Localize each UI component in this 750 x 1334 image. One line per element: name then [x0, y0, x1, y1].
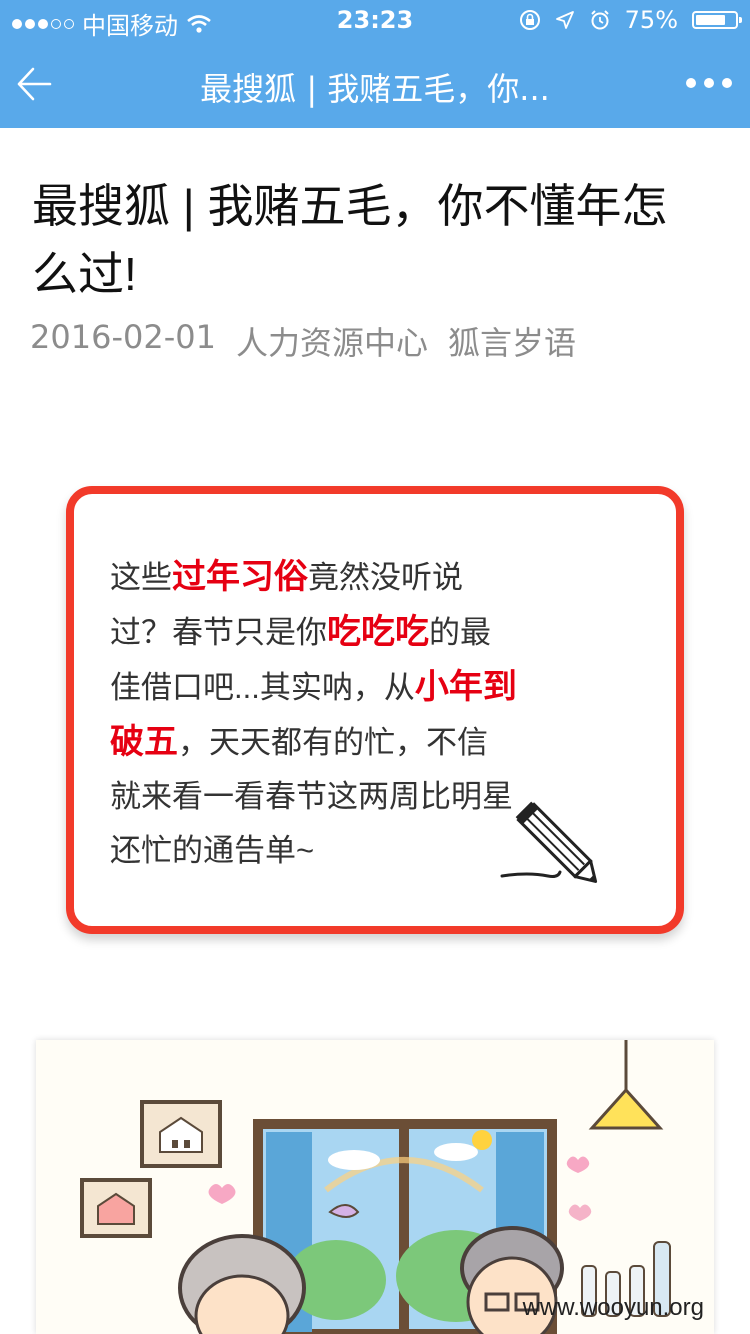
intro-highlight-1: 过年习俗: [172, 558, 308, 596]
intro-text: 这些过年习俗竟然没听说过？春节只是你吃吃吃的最佳借口吧...其实呐，从小年到破五…: [110, 550, 518, 878]
battery-percent: 75%: [624, 6, 678, 34]
more-icon: [686, 78, 696, 88]
author-name: 人力资源中心: [235, 324, 428, 362]
intro-card: 这些过年习俗竟然没听说过？春节只是你吃吃吃的最佳借口吧...其实呐，从小年到破五…: [66, 486, 684, 934]
watermark: www.wooyun.org: [522, 1294, 704, 1321]
lock-rotation-icon: [519, 10, 540, 30]
location-icon: [555, 11, 574, 29]
publish-date: 2016-02-01: [30, 318, 216, 356]
nav-title: 最搜狐 | 我赌五毛，你...: [200, 70, 550, 108]
status-bar: 中国移动 23:23 75%: [0, 0, 750, 40]
pencil-icon: [500, 801, 598, 883]
battery-icon: [692, 11, 742, 29]
back-button[interactable]: [10, 58, 58, 110]
alarm-icon: [590, 10, 609, 30]
article-illustration: www.wooyun.org: [36, 1040, 714, 1334]
account-link[interactable]: 狐言岁语: [448, 318, 576, 364]
article-meta: 2016-02-01 人力资源中心 狐言岁语: [30, 318, 576, 364]
more-button[interactable]: [686, 78, 732, 88]
family-room-illustration: [80, 1040, 671, 1334]
intro-highlight-2: 吃吃吃: [327, 613, 429, 651]
intro-text-1: 这些: [110, 560, 172, 595]
article-title: 最搜狐 | 我赌五毛，你不懂年怎么过!: [32, 180, 668, 300]
back-arrow-icon: [17, 67, 52, 101]
status-right: 75%: [519, 6, 742, 34]
nav-bar: 最搜狐 | 我赌五毛，你...: [0, 40, 750, 128]
